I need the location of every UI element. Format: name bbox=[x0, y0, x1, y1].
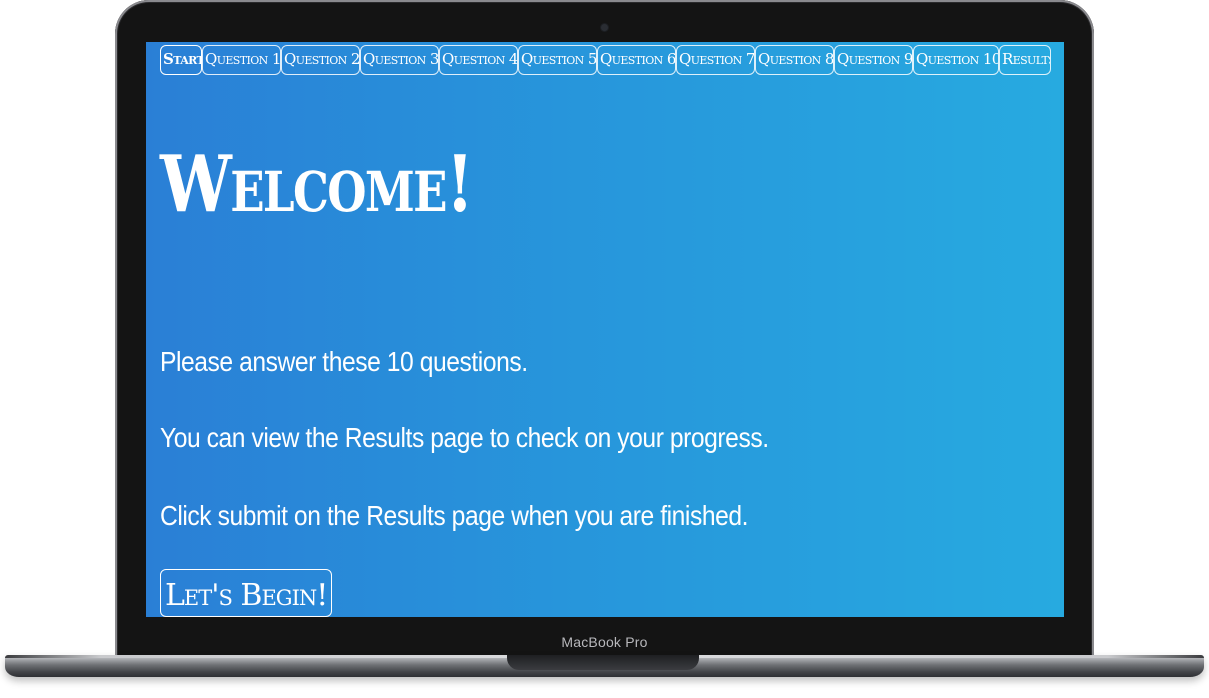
tab-question-1[interactable]: Question 1 bbox=[202, 45, 281, 75]
laptop-notch bbox=[507, 655, 699, 670]
progress-paragraph: You can view the Results page to check o… bbox=[160, 422, 769, 453]
tab-question-4[interactable]: Question 4 bbox=[439, 45, 518, 75]
page-title: Welcome! bbox=[160, 139, 474, 230]
webcam-icon bbox=[601, 24, 608, 31]
tab-question-3[interactable]: Question 3 bbox=[360, 45, 439, 75]
quiz-nav: Start Question 1 Question 2 Question 3 Q… bbox=[160, 45, 1051, 75]
tab-question-7[interactable]: Question 7 bbox=[676, 45, 755, 75]
submit-paragraph: Click submit on the Results page when yo… bbox=[160, 500, 749, 531]
intro-paragraph: Please answer these 10 questions. bbox=[160, 346, 528, 377]
browser-viewport: Start Question 1 Question 2 Question 3 Q… bbox=[146, 42, 1064, 617]
tab-start[interactable]: Start bbox=[160, 45, 202, 75]
tab-results[interactable]: Results bbox=[999, 45, 1051, 75]
begin-button[interactable]: Let's Begin! bbox=[160, 569, 333, 617]
tab-question-8[interactable]: Question 8 bbox=[755, 45, 834, 75]
device-label: MacBook Pro bbox=[561, 634, 648, 650]
tab-question-2[interactable]: Question 2 bbox=[281, 45, 360, 75]
laptop-mockup: Start Question 1 Question 2 Question 3 Q… bbox=[0, 0, 1209, 698]
tab-question-9[interactable]: Question 9 bbox=[834, 45, 913, 75]
tab-question-10[interactable]: Question 10 bbox=[913, 45, 999, 75]
tab-question-5[interactable]: Question 5 bbox=[518, 45, 597, 75]
tab-question-6[interactable]: Question 6 bbox=[597, 45, 676, 75]
